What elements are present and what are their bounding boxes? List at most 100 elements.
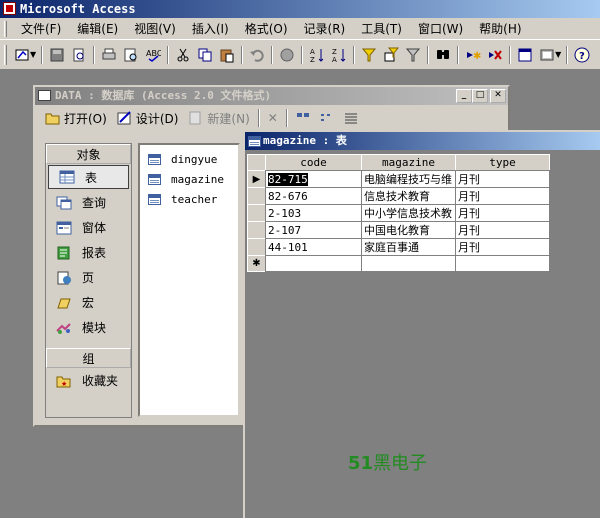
record-selector[interactable] (247, 238, 266, 256)
group-favorites[interactable]: ★ 收藏夹 (46, 368, 131, 393)
object-tables[interactable]: 表 (48, 165, 129, 189)
column-header-magazine[interactable]: magazine (361, 154, 456, 171)
column-header-type[interactable]: type (455, 154, 550, 171)
table-icon (148, 193, 161, 205)
menu-view[interactable]: 视图(V) (128, 20, 186, 37)
apply-filter-icon[interactable] (402, 44, 424, 66)
cell-magazine[interactable]: 中国电化教育 (361, 221, 456, 239)
menu-help[interactable]: 帮助(H) (473, 20, 531, 37)
cell-magazine[interactable]: 家庭百事通 (361, 238, 456, 256)
toolbar-separator (93, 45, 96, 64)
cell-type[interactable]: 月刊 (455, 238, 550, 256)
cell-code[interactable]: 2-103 (265, 204, 362, 222)
object-forms[interactable]: 窗体 (46, 215, 131, 240)
minimize-button[interactable]: _ (456, 89, 472, 103)
new-cell-magazine[interactable] (361, 255, 456, 272)
table-icon (148, 153, 161, 165)
list-item[interactable]: teacher (140, 189, 238, 209)
hyperlink-icon[interactable] (276, 44, 298, 66)
open-button-label: 打开(O) (64, 111, 107, 126)
database-window-titlebar[interactable]: DATA : 数据库 (Access 2.0 文件格式) _ □ ✕ (35, 87, 508, 105)
maximize-button[interactable]: □ (472, 89, 488, 103)
table-window-titlebar[interactable]: magazine : 表 (245, 132, 600, 150)
column-header-code[interactable]: code (265, 154, 362, 171)
record-selector[interactable] (247, 221, 266, 239)
delete-record-icon[interactable] (484, 44, 506, 66)
cell-code[interactable]: 2-107 (265, 221, 362, 239)
object-reports-label: 报表 (82, 246, 107, 260)
object-queries[interactable]: 查询 (46, 190, 131, 215)
menu-file[interactable]: 文件(F) (15, 20, 71, 37)
delete-icon: ✕ (267, 111, 278, 125)
paste-icon[interactable] (216, 44, 238, 66)
list-item[interactable]: dingyue (140, 149, 238, 169)
list-view-button[interactable] (342, 112, 360, 124)
cell-code[interactable]: 82-676 (265, 187, 362, 205)
spelling-icon[interactable]: ABC (142, 44, 164, 66)
toolbar-grip[interactable] (4, 44, 7, 65)
menu-insert[interactable]: 插入(I) (186, 20, 239, 37)
menu-edit[interactable]: 编辑(E) (71, 20, 128, 37)
object-macros[interactable]: 宏 (46, 290, 131, 315)
filter-by-form-icon[interactable] (380, 44, 402, 66)
large-icons-button[interactable] (294, 112, 312, 124)
list-item[interactable]: magazine (140, 169, 238, 189)
preview-icon[interactable] (120, 44, 142, 66)
menubar-grip[interactable] (4, 20, 7, 37)
cut-icon[interactable] (172, 44, 194, 66)
toolbar-separator (427, 45, 430, 64)
cell-magazine[interactable]: 信息技术教育 (361, 187, 456, 205)
menu-format[interactable]: 格式(O) (239, 20, 298, 37)
save-icon[interactable] (46, 44, 68, 66)
toolbar-separator (41, 45, 44, 64)
cell-type[interactable]: 月刊 (455, 221, 550, 239)
toolbar-separator (167, 45, 170, 64)
table-row: 2-107 中国电化教育 月刊 (247, 221, 550, 239)
delete-button[interactable]: ✕ (266, 111, 280, 125)
filter-by-selection-icon[interactable] (358, 44, 380, 66)
svg-text:Z: Z (310, 56, 315, 63)
find-icon[interactable] (432, 44, 454, 66)
cell-type[interactable]: 月刊 (455, 170, 550, 188)
new-record-selector[interactable]: ✱ (247, 255, 266, 272)
copy-icon[interactable] (194, 44, 216, 66)
design-button[interactable]: 设计(D) (115, 110, 181, 127)
cell-type[interactable]: 月刊 (455, 187, 550, 205)
undo-icon[interactable] (246, 44, 268, 66)
object-pages[interactable]: 页 (46, 265, 131, 290)
app-title-bar: Microsoft Access (0, 0, 600, 18)
database-window-icon[interactable] (514, 44, 536, 66)
menu-records[interactable]: 记录(R) (298, 20, 356, 37)
new-record-row: ✱ (247, 255, 550, 272)
new-object-dropdown-icon[interactable]: ▼ (555, 50, 561, 59)
new-record-icon[interactable]: ✱ (462, 44, 484, 66)
close-button[interactable]: ✕ (490, 89, 506, 103)
select-all-corner[interactable] (247, 154, 266, 171)
menu-window[interactable]: 窗口(W) (412, 20, 473, 37)
record-selector[interactable] (247, 187, 266, 205)
new-cell-type[interactable] (455, 255, 550, 272)
small-icons-button[interactable] (318, 112, 336, 124)
record-selector[interactable] (247, 204, 266, 222)
object-modules[interactable]: 模块 (46, 315, 131, 340)
groups-header[interactable]: 组 (46, 348, 131, 368)
cell-code[interactable]: 44-101 (265, 238, 362, 256)
menu-tools[interactable]: 工具(T) (355, 20, 412, 37)
print-icon[interactable] (98, 44, 120, 66)
table-row: 82-676 信息技术教育 月刊 (247, 187, 550, 205)
open-button[interactable]: 打开(O) (43, 110, 109, 127)
cell-magazine[interactable]: 中小学信息技术教 (361, 204, 456, 222)
record-selector-current[interactable]: ▶ (247, 170, 266, 188)
view-dropdown-icon[interactable]: ▼ (30, 50, 36, 59)
cell-code[interactable]: 82-715 (265, 170, 362, 188)
new-cell-code[interactable] (265, 255, 362, 272)
help-icon[interactable]: ? (571, 44, 593, 66)
new-button[interactable]: 新建(N) (186, 110, 251, 127)
objects-header[interactable]: 对象 (46, 144, 131, 164)
sort-ascending-icon[interactable]: AZ (306, 44, 328, 66)
cell-magazine[interactable]: 电脑编程技巧与维 (361, 170, 456, 188)
print-preview-icon[interactable] (68, 44, 90, 66)
cell-type[interactable]: 月刊 (455, 204, 550, 222)
sort-descending-icon[interactable]: ZA (328, 44, 350, 66)
object-reports[interactable]: 报表 (46, 240, 131, 265)
